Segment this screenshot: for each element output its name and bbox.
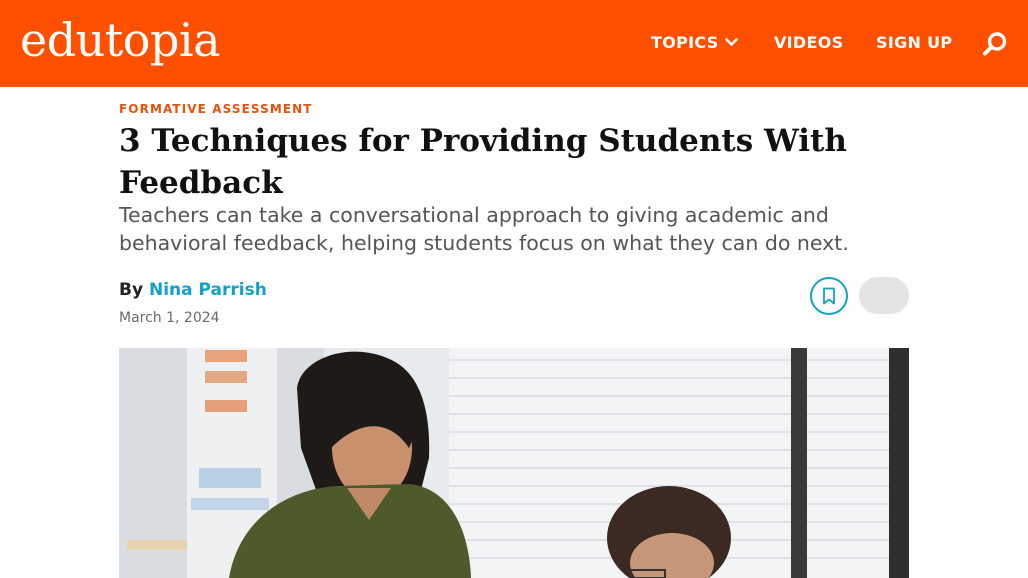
bookmark-button[interactable] — [810, 277, 848, 315]
share-button[interactable] — [859, 277, 909, 314]
nav-videos[interactable]: VIDEOS — [774, 33, 843, 52]
hero-photo — [119, 348, 909, 578]
search-button[interactable] — [982, 31, 1008, 57]
article-title: 3 Techniques for Providing Students With… — [119, 123, 847, 201]
publish-date: March 1, 2024 — [119, 310, 220, 326]
search-icon — [983, 32, 1007, 56]
byline: By Nina Parrish — [119, 280, 267, 300]
nav-topics-label: TOPICS — [651, 33, 719, 52]
nav-topics[interactable]: TOPICS — [651, 33, 738, 52]
chevron-down-icon — [724, 38, 738, 46]
article-subtitle: Teachers can take a conversational appro… — [119, 203, 849, 255]
author-link[interactable]: Nina Parrish — [149, 280, 267, 300]
hero-image — [119, 348, 909, 578]
bookmark-icon — [823, 287, 835, 305]
nav-sign-up[interactable]: SIGN UP — [876, 33, 952, 52]
article-category[interactable]: FORMATIVE ASSESSMENT — [119, 102, 313, 116]
site-header: edutopia TOPICS VIDEOS SIGN UP — [0, 0, 1028, 87]
edutopia-logo[interactable]: edutopia — [20, 10, 221, 70]
byline-prefix: By — [119, 280, 144, 300]
